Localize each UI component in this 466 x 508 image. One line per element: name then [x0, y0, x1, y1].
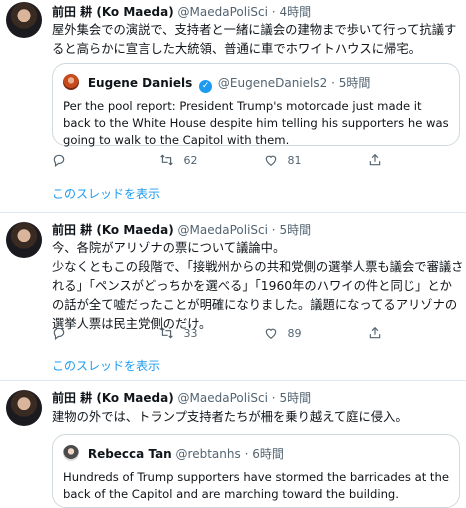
reply-button[interactable]	[52, 153, 66, 169]
quoted-tweet-header: Rebecca Tan @rebtanhs · 6時間	[63, 445, 284, 463]
quoted-timestamp: 5時間	[338, 76, 371, 90]
quoted-timestamp: 6時間	[252, 447, 284, 461]
reply-icon	[53, 154, 65, 168]
like-button[interactable]: 81	[264, 153, 302, 169]
separator: ·	[331, 76, 335, 90]
retweet-icon	[160, 327, 173, 339]
timestamp[interactable]: 4時間	[279, 5, 311, 19]
tweet[interactable]: 前田 耕 (Ko Maeda) @MaedaPoliSci · 5時間 建物の外…	[0, 388, 466, 508]
reply-button[interactable]	[52, 326, 66, 342]
timestamp[interactable]: 5時間	[279, 391, 311, 405]
author-name[interactable]: 前田 耕 (Ko Maeda)	[52, 223, 174, 237]
verified-badge-icon: ✓	[199, 80, 213, 93]
timestamp[interactable]: 5時間	[279, 223, 311, 237]
quoted-avatar	[63, 74, 79, 90]
like-count: 81	[287, 154, 302, 167]
share-icon	[369, 153, 381, 166]
like-icon	[265, 155, 277, 166]
quoted-tweet-text: Per the pool report: President Trump's m…	[63, 99, 449, 147]
like-icon	[265, 328, 277, 339]
like-button[interactable]: 89	[264, 326, 302, 342]
tweet[interactable]: 前田 耕 (Ko Maeda) @MaedaPoliSci · 5時間 今、各院…	[0, 220, 466, 380]
quoted-tweet-header: Eugene Daniels ✓ @EugeneDaniels2 · 5時間	[63, 74, 371, 93]
share-button[interactable]	[368, 326, 382, 342]
quoted-author-handle: @rebtanhs	[175, 447, 241, 461]
tweet[interactable]: 前田 耕 (Ko Maeda) @MaedaPoliSci · 4時間 屋外集会…	[0, 0, 466, 210]
tweet-actions: 33 89	[52, 326, 452, 342]
divider	[0, 380, 466, 381]
quoted-author-handle: @EugeneDaniels2	[217, 76, 328, 90]
author-name[interactable]: 前田 耕 (Ko Maeda)	[52, 5, 174, 19]
tweet-text: 今、各院がアリゾナの票について議論中。 少なくともこの段階で、「接戦州からの共和…	[52, 241, 464, 331]
show-thread-link[interactable]: このスレッドを表示	[52, 186, 160, 202]
like-count: 89	[287, 327, 302, 340]
divider	[0, 212, 466, 213]
quoted-author-name: Eugene Daniels	[87, 76, 193, 90]
avatar[interactable]	[6, 390, 42, 426]
quoted-tweet-text: Hundreds of Trump supporters have storme…	[63, 470, 449, 501]
quoted-tweet[interactable]: Rebecca Tan @rebtanhs · 6時間 Hundreds of …	[52, 434, 460, 508]
tweet-header: 前田 耕 (Ko Maeda) @MaedaPoliSci · 4時間	[52, 2, 311, 22]
separator: ·	[244, 447, 249, 461]
tweet-header: 前田 耕 (Ko Maeda) @MaedaPoliSci · 5時間	[52, 388, 311, 408]
retweet-count: 33	[183, 327, 198, 340]
share-button[interactable]	[368, 153, 382, 169]
tweet-text: 建物の外では、トランプ支持者たちが柵を乗り越えて庭に侵入。	[52, 410, 408, 424]
separator: ·	[271, 5, 276, 19]
quoted-tweet[interactable]: Eugene Daniels ✓ @EugeneDaniels2 · 5時間 P…	[52, 63, 460, 147]
tweet-text: 屋外集会での演説で、支持者と一緒に議会の建物まで歩いて行って抗議すると高らかに宣…	[52, 23, 457, 56]
author-handle[interactable]: @MaedaPoliSci	[178, 223, 268, 237]
separator: ·	[271, 223, 276, 237]
quoted-author-name: Rebecca Tan	[87, 447, 172, 461]
separator: ·	[271, 391, 276, 405]
author-name[interactable]: 前田 耕 (Ko Maeda)	[52, 391, 174, 405]
retweet-icon	[160, 154, 173, 166]
author-handle[interactable]: @MaedaPoliSci	[178, 5, 268, 19]
retweet-button[interactable]: 62	[159, 153, 198, 169]
show-thread-link[interactable]: このスレッドを表示	[52, 358, 160, 374]
author-handle[interactable]: @MaedaPoliSci	[178, 391, 268, 405]
share-icon	[369, 326, 381, 339]
avatar[interactable]	[6, 2, 42, 38]
tweet-actions: 62 81	[52, 153, 452, 169]
avatar[interactable]	[6, 222, 42, 258]
retweet-count: 62	[183, 154, 198, 167]
tweet-header: 前田 耕 (Ko Maeda) @MaedaPoliSci · 5時間	[52, 220, 311, 240]
retweet-button[interactable]: 33	[159, 326, 198, 342]
quoted-avatar	[63, 445, 79, 461]
reply-icon	[53, 327, 65, 341]
